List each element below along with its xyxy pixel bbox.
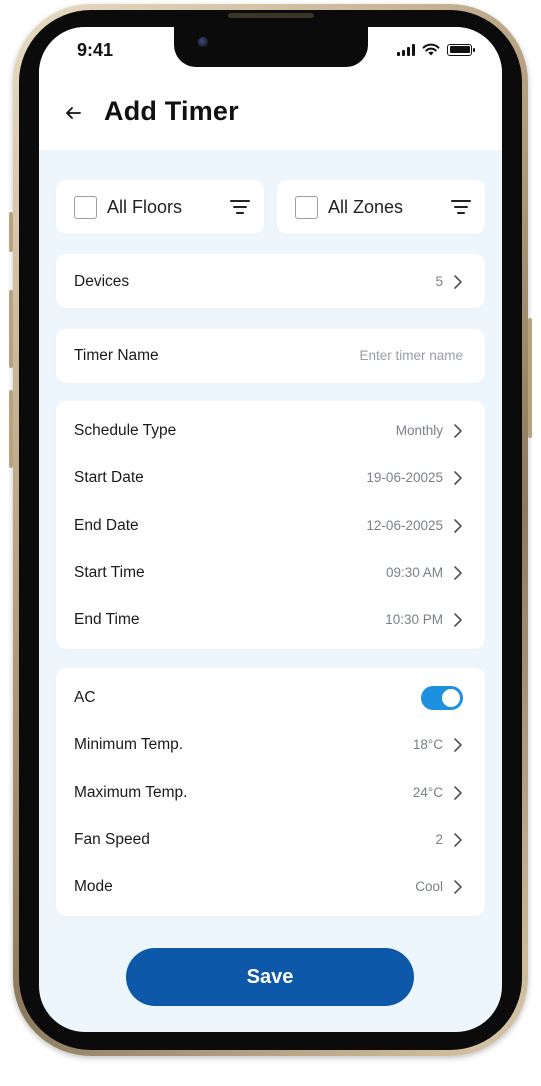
chevron-right-icon [454, 274, 462, 289]
start-date-row[interactable]: Start Date 19-06-20025 [56, 454, 485, 501]
end-date-label: End Date [74, 516, 139, 534]
mode-row[interactable]: Mode Cool [56, 863, 485, 910]
ac-label: AC [74, 688, 96, 706]
mute-switch [9, 212, 13, 252]
wifi-icon [422, 43, 440, 56]
max-temp-row[interactable]: Maximum Temp. 24°C [56, 769, 485, 816]
min-temp-row[interactable]: Minimum Temp. 18°C [56, 721, 485, 768]
fan-speed-value: 2 [435, 832, 443, 847]
schedule-card: Schedule Type Monthly Start Date 19-06-2… [56, 401, 485, 649]
front-camera [198, 37, 208, 47]
end-date-row[interactable]: End Date 12-06-20025 [56, 502, 485, 549]
start-time-value: 09:30 AM [385, 565, 443, 580]
page-title: Add Timer [104, 96, 239, 126]
end-date-value: 12-06-20025 [366, 518, 443, 533]
start-time-label: Start Time [74, 563, 145, 581]
fan-speed-label: Fan Speed [74, 830, 150, 848]
timer-name-input[interactable] [323, 348, 463, 363]
schedule-type-label: Schedule Type [74, 421, 177, 439]
all-zones-label: All Zones [328, 196, 404, 217]
chevron-right-icon [454, 737, 462, 752]
ac-card: AC Minimum Temp. 18°C Maximum Temp. 24°C… [56, 668, 485, 916]
devices-count: 5 [435, 274, 443, 289]
timer-name-row: Timer Name [56, 332, 485, 379]
devices-card[interactable]: Devices 5 [56, 254, 485, 308]
devices-label: Devices [74, 272, 130, 290]
power-button [528, 318, 532, 438]
chevron-right-icon [454, 423, 462, 438]
volume-down-button [9, 390, 13, 468]
fan-speed-row[interactable]: Fan Speed 2 [56, 816, 485, 863]
start-time-row[interactable]: Start Time 09:30 AM [56, 549, 485, 596]
signal-icon [397, 43, 415, 56]
filter-icon[interactable] [451, 199, 471, 215]
start-date-value: 19-06-20025 [366, 470, 443, 485]
ac-row: AC [56, 674, 485, 721]
chevron-right-icon [454, 832, 462, 847]
status-icons [397, 43, 475, 56]
save-button[interactable]: Save [126, 948, 414, 1006]
battery-icon [447, 43, 475, 56]
min-temp-label: Minimum Temp. [74, 735, 184, 753]
chevron-right-icon [454, 518, 462, 533]
mode-label: Mode [74, 877, 113, 895]
chevron-right-icon [454, 565, 462, 580]
chevron-right-icon [454, 879, 462, 894]
all-floors-label: All Floors [107, 196, 183, 217]
max-temp-label: Maximum Temp. [74, 783, 188, 801]
schedule-type-row[interactable]: Schedule Type Monthly [56, 407, 485, 454]
ac-toggle[interactable] [421, 685, 463, 710]
min-temp-value: 18°C [412, 737, 443, 752]
status-time: 9:41 [77, 40, 114, 60]
app-screen: 9:41 Add Timer All Floors All Zones Devi… [39, 27, 502, 1032]
timer-name-card: Timer Name [56, 329, 485, 383]
filter-icon[interactable] [230, 199, 250, 215]
end-time-label: End Time [74, 610, 140, 628]
toggle-knob [442, 688, 460, 707]
start-date-label: Start Date [74, 468, 144, 486]
end-time-row[interactable]: End Time 10:30 PM [56, 596, 485, 643]
volume-up-button [9, 290, 13, 368]
all-zones-checkbox[interactable] [295, 195, 318, 219]
chevron-right-icon [454, 785, 462, 800]
end-time-value: 10:30 PM [385, 612, 443, 627]
notch [174, 27, 368, 67]
mode-value: Cool [415, 879, 443, 894]
all-floors-checkbox[interactable] [74, 195, 97, 219]
devices-row[interactable]: Devices 5 [56, 258, 485, 305]
all-zones-filter[interactable]: All Zones [277, 180, 485, 234]
max-temp-value: 24°C [412, 785, 443, 800]
chevron-right-icon [454, 612, 462, 627]
chevron-right-icon [454, 470, 462, 485]
timer-name-label: Timer Name [74, 346, 159, 364]
schedule-type-value: Monthly [395, 423, 443, 438]
all-floors-filter[interactable]: All Floors [56, 180, 264, 234]
back-arrow-icon[interactable] [61, 101, 85, 125]
earpiece-speaker [228, 13, 314, 18]
